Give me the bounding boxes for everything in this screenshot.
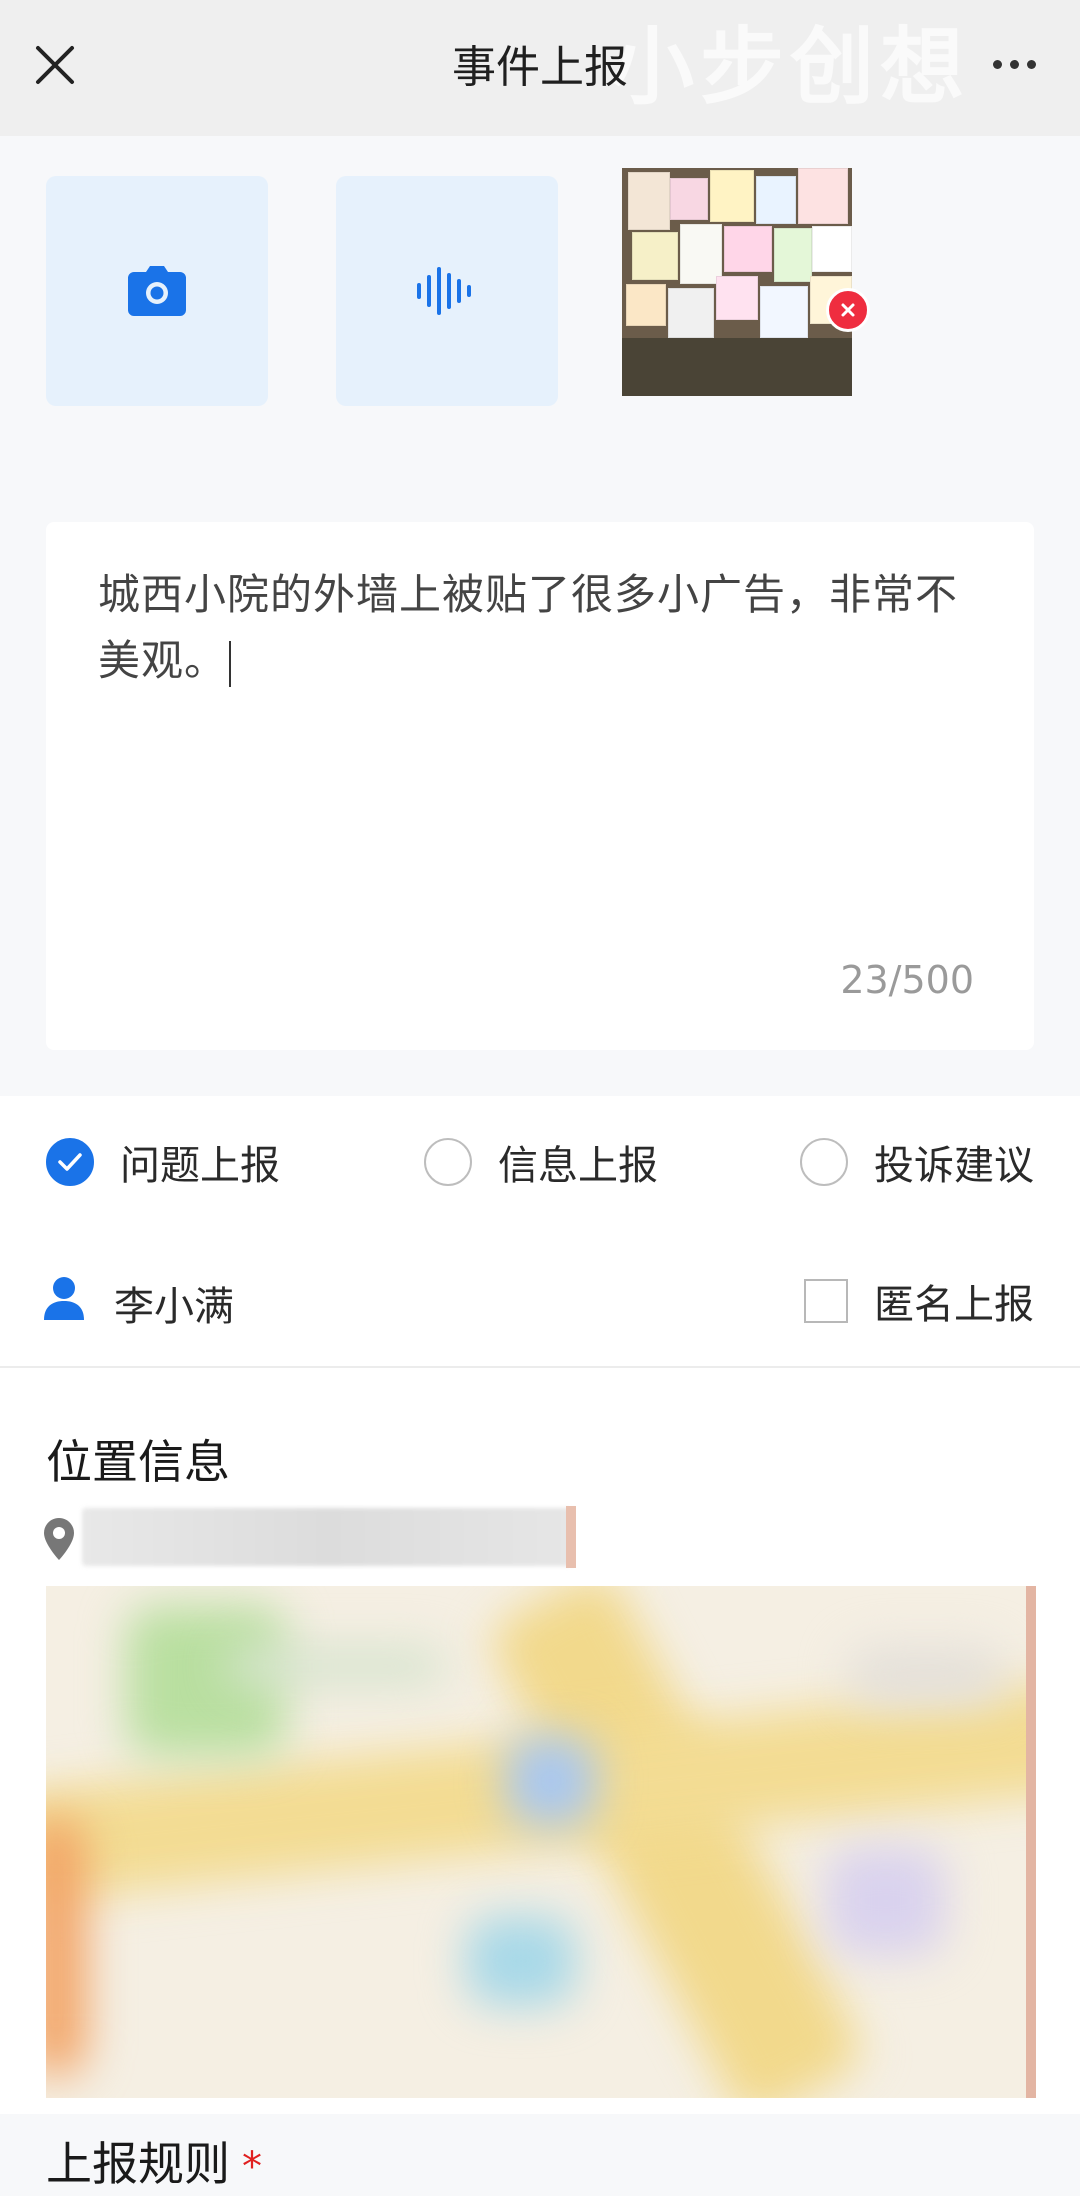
thumb-detail bbox=[756, 176, 796, 224]
report-type-label: 问题上报 bbox=[120, 1143, 280, 1189]
map-area bbox=[826, 1846, 946, 1956]
location-pin-icon bbox=[44, 1518, 74, 1560]
add-voice-button[interactable] bbox=[336, 176, 558, 406]
map-marker bbox=[506, 1736, 596, 1826]
thumb-detail bbox=[724, 226, 772, 272]
reporter-name: 李小满 bbox=[114, 1284, 234, 1330]
more-dot bbox=[993, 60, 1002, 69]
radio-checked[interactable] bbox=[46, 1138, 94, 1186]
map-edge bbox=[1026, 1586, 1036, 2098]
thumb-detail bbox=[716, 276, 758, 320]
map-label bbox=[846, 1646, 1006, 1706]
more-dot bbox=[1027, 60, 1036, 69]
thumb-detail bbox=[670, 178, 708, 220]
thumb-detail bbox=[710, 170, 754, 222]
radio-unchecked[interactable] bbox=[424, 1138, 472, 1186]
thumb-detail bbox=[812, 226, 852, 272]
thumb-detail bbox=[632, 232, 678, 280]
description-text: 城西小院的外墙上被贴了很多小广告，非常不美观。 bbox=[98, 570, 959, 687]
report-type-info[interactable]: 信息上报 bbox=[424, 1132, 658, 1192]
close-icon bbox=[841, 303, 855, 317]
location-section: 位置信息 bbox=[0, 1368, 1080, 2114]
camera-icon bbox=[128, 266, 186, 316]
required-mark: * bbox=[242, 2144, 262, 2190]
report-type-problem[interactable]: 问题上报 bbox=[46, 1132, 280, 1192]
page-title: 事件上报 bbox=[452, 42, 628, 93]
reporter-row: 李小满 匿名上报 bbox=[0, 1226, 1080, 1368]
report-type-label: 投诉建议 bbox=[874, 1143, 1034, 1189]
anonymous-toggle[interactable]: 匿名上报 bbox=[804, 1272, 1034, 1330]
address-text-blurred[interactable] bbox=[82, 1508, 572, 1566]
location-map[interactable] bbox=[46, 1586, 1036, 2098]
radio-unchecked[interactable] bbox=[800, 1138, 848, 1186]
person-icon bbox=[44, 1277, 84, 1320]
report-type-label: 信息上报 bbox=[498, 1143, 658, 1189]
map-water bbox=[466, 1916, 576, 2006]
map-area bbox=[46, 1816, 86, 2076]
check-icon bbox=[58, 1153, 82, 1171]
text-cursor bbox=[229, 640, 232, 687]
thumb-detail bbox=[774, 228, 812, 282]
thumb-detail bbox=[628, 172, 670, 230]
add-photo-button[interactable] bbox=[46, 176, 268, 406]
more-options-button[interactable] bbox=[993, 60, 1036, 69]
media-upload-area bbox=[0, 136, 1080, 476]
uploaded-photo-thumbnail[interactable] bbox=[622, 168, 852, 396]
report-type-complaint[interactable]: 投诉建议 bbox=[800, 1132, 1034, 1192]
location-title: 位置信息 bbox=[46, 1435, 230, 1489]
address-edge bbox=[566, 1506, 576, 1568]
thumb-detail bbox=[798, 168, 848, 224]
anonymous-checkbox[interactable] bbox=[804, 1279, 848, 1323]
remove-photo-button[interactable] bbox=[826, 288, 870, 332]
map-label bbox=[226, 1646, 446, 1686]
thumb-detail bbox=[626, 284, 666, 326]
thumb-detail bbox=[668, 288, 714, 338]
character-counter: 23/500 bbox=[840, 958, 974, 1002]
thumb-detail bbox=[680, 224, 722, 284]
voice-wave-icon bbox=[417, 267, 471, 315]
anonymous-label: 匿名上报 bbox=[874, 1282, 1034, 1328]
description-textarea[interactable]: 城西小院的外墙上被贴了很多小广告，非常不美观。 23/500 bbox=[46, 522, 1034, 1050]
rules-title: 上报规则 * bbox=[46, 2137, 262, 2191]
more-dot bbox=[1010, 60, 1019, 69]
thumb-detail bbox=[760, 286, 808, 338]
thumb-detail bbox=[622, 338, 852, 396]
rules-section: 上报规则 * bbox=[0, 2114, 1080, 2196]
top-bar: 小步创想 事件上报 bbox=[0, 0, 1080, 137]
